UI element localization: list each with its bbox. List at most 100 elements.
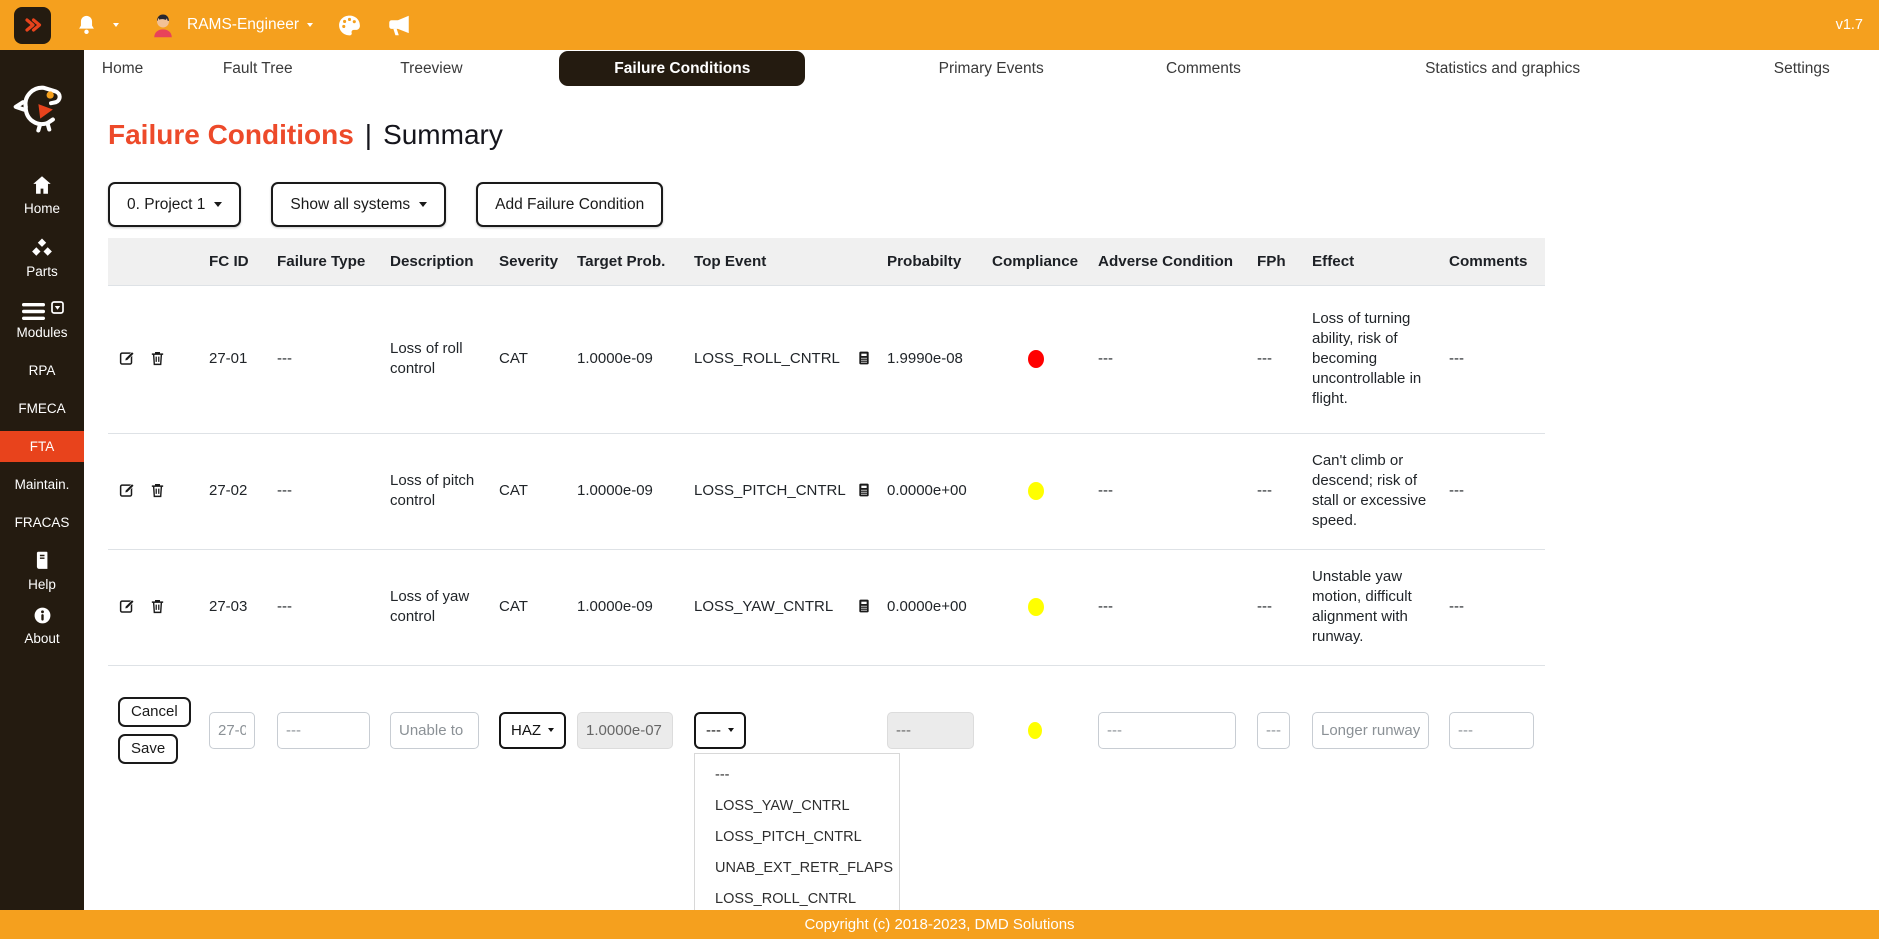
sidebar-item-label: Home — [0, 201, 84, 216]
fph-input[interactable] — [1257, 712, 1290, 749]
column-header-comments: Comments — [1448, 238, 1545, 285]
chevron-down-icon — [728, 728, 734, 732]
chevron-down-icon[interactable] — [307, 23, 313, 27]
tab-fault-tree[interactable]: Fault Tree — [161, 60, 354, 78]
calculator-icon[interactable] — [856, 481, 872, 502]
calculator-icon[interactable] — [856, 349, 872, 370]
main-content: Failure Conditions | Summary 0. Project … — [84, 87, 1879, 910]
sidebar-item-label: Modules — [0, 325, 84, 340]
severity-select-value: HAZ — [511, 722, 541, 739]
dropdown-option[interactable]: --- — [695, 760, 899, 791]
edit-row-button[interactable] — [118, 481, 136, 502]
cell-actions — [108, 285, 208, 433]
sidebar: Home Parts Modules RPA FMECA FTA Maintai… — [0, 50, 84, 910]
column-header-failure-type: Failure Type — [276, 238, 389, 285]
edit-row-button[interactable] — [118, 597, 136, 618]
topbar: RAMS-Engineer v1.7 — [0, 0, 1879, 50]
cell-compliance — [991, 549, 1097, 665]
fc-id-input[interactable] — [209, 712, 255, 749]
copyright-text: Copyright (c) 2018-2023, DMD Solutions — [804, 916, 1074, 933]
top-event-select[interactable]: --- — [694, 712, 746, 749]
user-menu[interactable]: RAMS-Engineer — [187, 16, 299, 34]
sidebar-item-about[interactable]: About — [0, 606, 84, 646]
sidebar-item-fmeca[interactable]: FMECA — [0, 401, 84, 416]
cubes-icon — [30, 246, 54, 261]
sidebar-item-home[interactable]: Home — [0, 175, 84, 216]
book-icon — [32, 559, 52, 574]
toolbar: 0. Project 1 Show all systems Add Failur… — [108, 182, 1879, 227]
severity-select[interactable]: HAZ — [499, 712, 566, 749]
cell-failure-type: --- — [276, 549, 389, 665]
cell-fc-id — [208, 665, 276, 795]
tab-primary-events[interactable]: Primary Events — [856, 60, 1126, 78]
dropdown-option[interactable]: LOSS_PITCH_CNTRL — [695, 822, 899, 853]
cell-target-prob: 1.0000e-09 — [576, 433, 693, 549]
bars-icon — [0, 301, 84, 322]
cell-description: Loss of yaw control — [389, 549, 498, 665]
comments-input[interactable] — [1449, 712, 1534, 749]
top-event-select-value: --- — [706, 722, 721, 739]
table-row: 27-02 --- Loss of pitch control CAT 1.00… — [108, 433, 1545, 549]
tab-label: Treeview — [400, 60, 462, 77]
tab-statistics-and-graphics[interactable]: Statistics and graphics — [1281, 60, 1725, 78]
cell-failure-type: --- — [276, 433, 389, 549]
cell-fc-id: 27-03 — [208, 549, 276, 665]
cell-top-event: LOSS_YAW_CNTRL — [693, 549, 886, 665]
theme-palette-icon[interactable] — [337, 13, 362, 38]
sidebar-expand-button[interactable] — [14, 7, 51, 44]
sidebar-item-help[interactable]: Help — [0, 550, 84, 592]
avatar[interactable] — [149, 11, 177, 39]
sidebar-item-modules[interactable]: Modules — [0, 301, 84, 340]
cell-comments — [1448, 665, 1545, 795]
info-icon — [33, 613, 52, 628]
top-event-value: LOSS_ROLL_CNTRL — [694, 349, 840, 369]
delete-row-button[interactable] — [149, 349, 166, 370]
tab-label: Failure Conditions — [559, 51, 805, 86]
dropdown-option[interactable]: UNAB_EXT_RETR_FLAPS — [695, 853, 899, 884]
sidebar-item-maintain[interactable]: Maintain. — [0, 477, 84, 492]
column-header-severity: Severity — [498, 238, 576, 285]
chevron-down-icon — [214, 202, 222, 207]
notifications-dropdown[interactable] — [75, 14, 119, 37]
project-select-button[interactable]: 0. Project 1 — [108, 182, 241, 227]
home-icon — [31, 183, 53, 198]
sidebar-item-parts[interactable]: Parts — [0, 238, 84, 279]
effect-input[interactable] — [1312, 712, 1429, 749]
table-header-row: FC ID Failure Type Description Severity … — [108, 238, 1545, 285]
add-failure-condition-button[interactable]: Add Failure Condition — [476, 182, 663, 227]
project-select-label: 0. Project 1 — [127, 196, 205, 214]
cancel-button[interactable]: Cancel — [118, 697, 191, 727]
sidebar-item-fracas[interactable]: FRACAS — [0, 515, 84, 530]
column-header-fph: FPh — [1256, 238, 1311, 285]
tab-treeview[interactable]: Treeview — [354, 60, 508, 78]
tab-home[interactable]: Home — [84, 60, 161, 78]
dropdown-option[interactable]: LOSS_YAW_CNTRL — [695, 791, 899, 822]
delete-row-button[interactable] — [149, 481, 166, 502]
tab-comments[interactable]: Comments — [1126, 60, 1280, 78]
tab-settings[interactable]: Settings — [1725, 60, 1879, 78]
failure-type-input[interactable] — [277, 712, 370, 749]
app-logo-bird-icon[interactable] — [13, 76, 71, 139]
column-header-effect: Effect — [1311, 238, 1448, 285]
tab-failure-conditions[interactable]: Failure Conditions — [509, 51, 856, 86]
description-input[interactable] — [390, 712, 479, 749]
sidebar-item-rpa[interactable]: RPA — [0, 363, 84, 378]
cell-description: Loss of pitch control — [389, 433, 498, 549]
adverse-condition-input[interactable] — [1098, 712, 1236, 749]
failure-conditions-table: FC ID Failure Type Description Severity … — [108, 238, 1545, 795]
edit-row-button[interactable] — [118, 349, 136, 370]
announcements-megaphone-icon[interactable] — [386, 12, 412, 38]
bell-icon — [75, 14, 98, 37]
cell-actions: Cancel Save — [108, 665, 208, 795]
tab-label: Fault Tree — [223, 60, 293, 77]
page-title-subtitle: Summary — [383, 118, 503, 152]
delete-row-button[interactable] — [149, 597, 166, 618]
column-header-target-prob: Target Prob. — [576, 238, 693, 285]
calculator-icon[interactable] — [856, 597, 872, 618]
cell-comments: --- — [1448, 549, 1545, 665]
column-header-top-event: Top Event — [693, 238, 886, 285]
save-button[interactable]: Save — [118, 734, 178, 764]
systems-filter-button[interactable]: Show all systems — [271, 182, 446, 227]
sidebar-item-fta[interactable]: FTA — [0, 431, 84, 462]
dropdown-option[interactable]: LOSS_ROLL_CNTRL — [695, 884, 899, 911]
